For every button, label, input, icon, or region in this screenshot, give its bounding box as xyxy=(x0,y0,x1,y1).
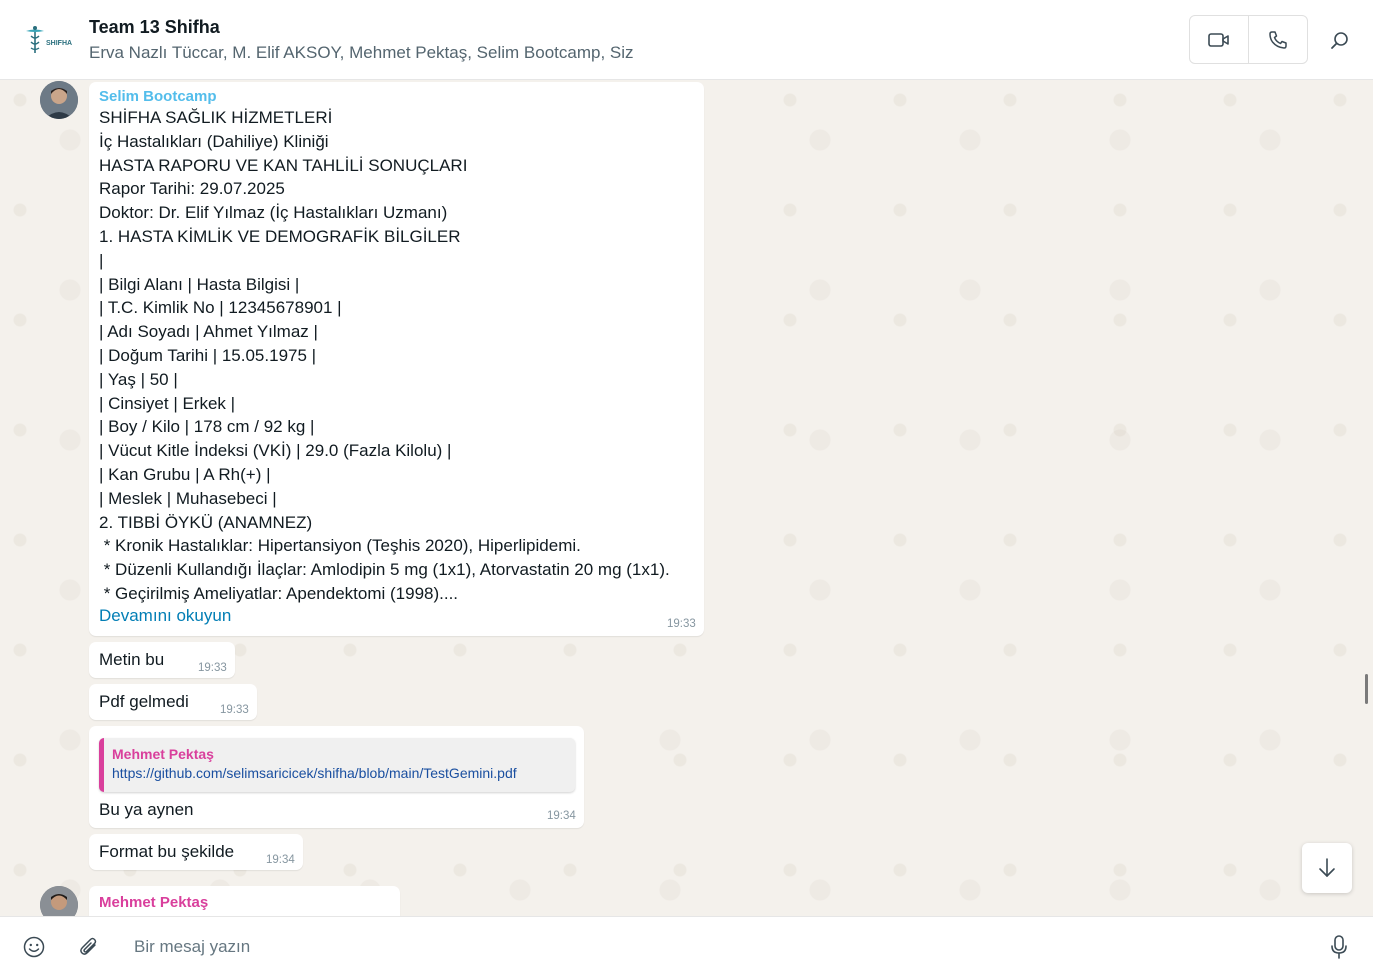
arrow-down-icon xyxy=(1319,858,1335,877)
avatar-selim-bootcamp[interactable] xyxy=(40,81,78,119)
avatar-mehmet-pektas[interactable] xyxy=(40,886,78,916)
attach-icon xyxy=(80,937,97,955)
chat-members[interactable]: Erva Nazlı Tüccar, M. Elif AKSOY, Mehmet… xyxy=(89,43,634,63)
message-line: | T.C. Kimlik No | 12345678901 | xyxy=(99,298,342,318)
message-bubble[interactable]: Mehmet Pektaş xyxy=(89,886,400,916)
message-line: SHİFHA SAĞLIK HİZMETLERİ xyxy=(99,108,333,127)
video-call-button[interactable] xyxy=(1190,16,1248,63)
message-bubble[interactable]: Metin bu 19:33 xyxy=(89,642,235,678)
message-bubble[interactable]: Selim Bootcamp SHİFHA SAĞLIK HİZMETLERİ İ… xyxy=(89,82,704,636)
quoted-sender: Mehmet Pektaş xyxy=(112,746,214,762)
attach-button[interactable] xyxy=(78,935,100,959)
voice-call-button[interactable] xyxy=(1248,16,1307,63)
message-line: İç Hastalıkları (Dahiliye) Kliniği xyxy=(99,131,329,151)
caduceus-logo-icon: SHIFHA xyxy=(26,26,72,53)
scrollbar-thumb[interactable] xyxy=(1365,674,1368,704)
read-more-link[interactable]: Devamını okuyun xyxy=(99,606,231,626)
call-button-group xyxy=(1189,15,1308,64)
message-text: Pdf gelmedi xyxy=(99,692,189,711)
message-line: | Yaş | 50 | xyxy=(99,369,178,389)
chat-header: SHIFHA Team 13 Shifha Erva Nazlı Tüccar,… xyxy=(0,0,1373,80)
svg-text:SHIFHA: SHIFHA xyxy=(46,40,72,47)
search-icon xyxy=(1331,32,1348,49)
message-bubble[interactable]: Pdf gelmedi 19:33 xyxy=(89,684,257,720)
message-line: Rapor Tarihi: 29.07.2025 xyxy=(99,179,285,199)
message-line: * Geçirilmiş Ameliyatlar: Apendektomi (1… xyxy=(99,583,459,603)
emoji-button[interactable] xyxy=(22,935,46,959)
message-line: 1. HASTA KİMLİK VE DEMOGRAFİK BİLGİLER xyxy=(99,226,461,246)
message-time: 19:33 xyxy=(198,662,227,674)
message-time: 19:34 xyxy=(266,854,295,866)
message-body: SHİFHA SAĞLIK HİZMETLERİ İç Hastalıkları … xyxy=(99,106,670,606)
message-line: | Cinsiyet | Erkek | xyxy=(99,393,236,413)
quoted-message[interactable]: Mehmet Pektaş https://github.com/selimsa… xyxy=(99,738,575,792)
message-line: | Adı Soyadı | Ahmet Yılmaz | xyxy=(99,322,318,342)
microphone-icon xyxy=(1331,935,1347,959)
message-line: | Bilgi Alanı | Hasta Bilgisi | xyxy=(99,274,300,294)
voice-call-icon xyxy=(1269,30,1287,49)
message-line: | xyxy=(99,250,104,270)
search-button[interactable] xyxy=(1326,27,1354,55)
message-line: | Doğum Tarihi | 15.05.1975 | xyxy=(99,345,317,365)
message-bubble[interactable]: Format bu şekilde 19:34 xyxy=(89,834,303,870)
scroll-to-bottom-button[interactable] xyxy=(1302,843,1352,893)
group-logo[interactable]: SHIFHA xyxy=(22,24,74,56)
message-line: 2. TIBBİ ÖYKÜ (ANAMNEZ) xyxy=(99,512,313,532)
message-line: HASTA RAPORU VE KAN TAHLİLİ SONUÇLARI xyxy=(99,155,468,175)
voice-message-button[interactable] xyxy=(1329,934,1349,960)
message-line: * Kronik Hastalıklar: Hipertansiyon (Teş… xyxy=(99,536,581,556)
message-line: | Vücut Kitle İndeksi (VKİ) | 29.0 (Fazl… xyxy=(99,441,452,461)
message-line: * Düzenli Kullandığı İlaçlar: Amlodipin … xyxy=(99,560,670,580)
chat-title[interactable]: Team 13 Shifha xyxy=(89,17,220,38)
emoji-icon xyxy=(23,936,45,958)
message-sender[interactable]: Mehmet Pektaş xyxy=(99,894,208,911)
message-bubble[interactable]: Mehmet Pektaş https://github.com/selimsa… xyxy=(89,726,584,828)
message-composer xyxy=(0,916,1373,976)
user-avatar-icon xyxy=(40,886,78,916)
message-line: | Meslek | Muhasebeci | xyxy=(99,488,277,508)
message-line: Doktor: Dr. Elif Yılmaz (İç Hastalıkları… xyxy=(99,203,448,223)
message-time: 19:33 xyxy=(667,618,696,630)
video-call-icon xyxy=(1208,32,1229,47)
message-line: | Boy / Kilo | 178 cm / 92 kg | xyxy=(99,417,315,437)
message-input[interactable] xyxy=(134,931,1274,963)
user-avatar-icon xyxy=(40,81,78,119)
message-text: Format bu şekilde xyxy=(99,842,235,861)
message-sender[interactable]: Selim Bootcamp xyxy=(99,88,217,105)
message-time: 19:33 xyxy=(220,704,249,716)
message-text: Metin bu xyxy=(99,650,165,669)
message-time: 19:34 xyxy=(547,810,576,822)
message-line: | Kan Grubu | A Rh(+) | xyxy=(99,464,271,484)
chat-messages-area[interactable]: Selim Bootcamp SHİFHA SAĞLIK HİZMETLERİ İ… xyxy=(0,80,1373,916)
quoted-link[interactable]: https://github.com/selimsaricicek/shifha… xyxy=(112,765,517,781)
message-text: Bu ya aynen xyxy=(99,800,194,819)
